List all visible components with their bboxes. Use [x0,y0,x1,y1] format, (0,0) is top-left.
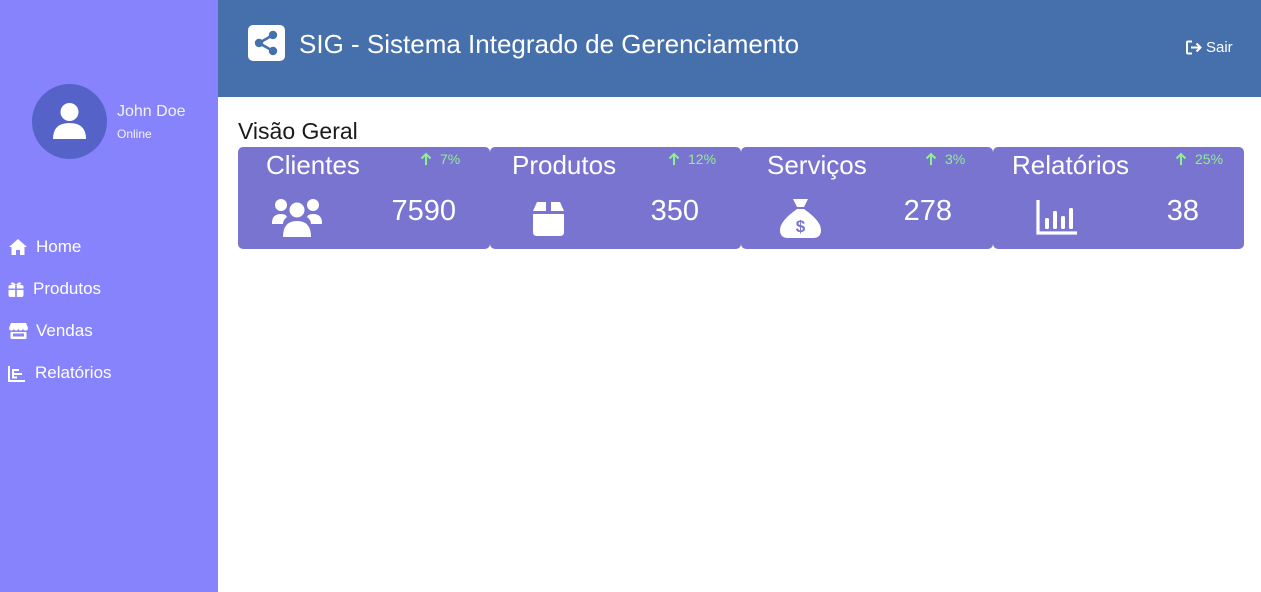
money-bag-icon: $ [779,197,822,244]
arrow-up-icon [420,152,432,165]
arrow-up-icon [668,152,680,165]
card-title: Clientes [266,150,360,180]
card-value: 38 [1166,195,1199,227]
sidebar-item-produtos[interactable]: Produtos [0,268,218,310]
avatar[interactable] [32,84,107,159]
sidebar: John Doe Online Home Produtos Vendas Rel… [0,0,218,592]
sidebar-item-home[interactable]: Home [0,226,218,268]
user-name: John Doe [117,103,186,120]
card-value: 7590 [391,195,456,227]
box-icon [530,200,567,242]
sign-out-icon [1186,40,1202,55]
card-servicos[interactable]: Serviços 3% $ 278 [741,147,993,249]
card-relatorios[interactable]: Relatórios 25% 38 [993,147,1244,249]
card-trend: 12% [668,151,716,167]
card-title: Produtos [512,150,617,180]
sidebar-item-label: Relatórios [35,363,112,382]
gift-icon [8,279,25,299]
header: SIG - Sistema Integrado de Gerenciamento… [218,0,1261,97]
card-trend-value: 25% [1195,151,1224,167]
card-trend-value: 3% [945,151,966,167]
card-produtos[interactable]: Produtos 12% 350 [490,147,741,249]
card-trend: 7% [420,151,460,167]
card-title: Relatórios [1012,150,1130,180]
sidebar-item-label: Home [36,237,82,256]
app-title: SIG - Sistema Integrado de Gerenciamento [299,29,800,59]
arrow-up-icon [925,152,937,165]
logout-button[interactable]: Sair [1186,39,1233,56]
user-icon [53,103,86,139]
card-trend-value: 12% [688,151,717,167]
logout-label: Sair [1206,39,1233,56]
logo[interactable] [248,25,285,61]
sidebar-item-label: Vendas [36,321,93,340]
user-status: Online [117,127,152,141]
sidebar-item-relatorios[interactable]: Relatórios [0,352,218,394]
card-trend: 3% [925,151,965,167]
card-title: Serviços [767,150,867,180]
arrow-up-icon [1175,152,1187,165]
card-trend: 25% [1175,151,1223,167]
card-value: 350 [650,195,699,227]
card-value: 278 [903,195,952,227]
bar-chart-icon [1036,199,1078,241]
share-icon [254,30,278,56]
svg-text:$: $ [796,217,806,236]
chart-icon [8,363,27,383]
sidebar-item-vendas[interactable]: Vendas [0,310,218,352]
users-icon [271,197,323,243]
card-trend-value: 7% [440,151,461,167]
section-title: Visão Geral [238,118,358,144]
sidebar-item-label: Produtos [33,279,102,298]
home-icon [8,237,30,257]
store-icon [8,321,30,341]
sidebar-nav: Home Produtos Vendas Relatórios [0,226,218,394]
card-clientes[interactable]: Clientes 7% 7590 [238,147,490,249]
